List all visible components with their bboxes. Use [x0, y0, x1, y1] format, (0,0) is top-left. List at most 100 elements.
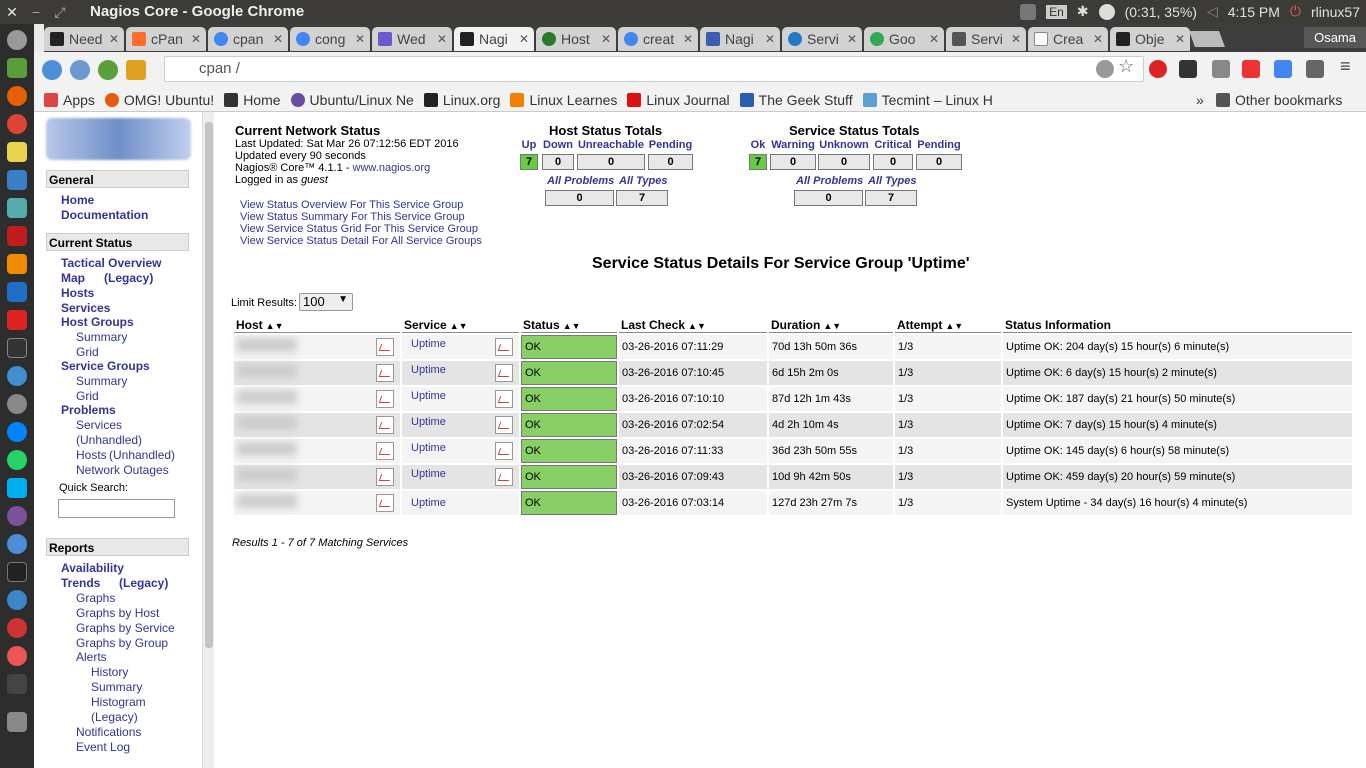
- svc-critical-count[interactable]: 0: [873, 154, 913, 170]
- tab-close-icon[interactable]: ✕: [519, 32, 529, 46]
- nav-problem-services[interactable]: Services: [76, 418, 122, 432]
- host-down-label[interactable]: Down: [542, 139, 574, 151]
- minimize-window-icon[interactable]: −: [24, 4, 48, 20]
- sort-arrows-icon[interactable]: ▲▼: [450, 321, 468, 331]
- nav-event-log[interactable]: Event Log: [76, 740, 130, 754]
- profile-button[interactable]: Osama: [1304, 27, 1366, 48]
- launcher-icon-files[interactable]: [7, 58, 27, 78]
- tab-5[interactable]: Nagi ✕: [454, 27, 534, 51]
- nav-sg-summary[interactable]: Summary: [76, 374, 127, 388]
- language-indicator[interactable]: En: [1046, 4, 1067, 19]
- tab-3[interactable]: cong ✕: [290, 27, 370, 51]
- nav-alerts-history[interactable]: History: [91, 665, 128, 679]
- launcher-icon-app9[interactable]: [7, 674, 27, 694]
- new-tab-button[interactable]: [1189, 31, 1225, 47]
- tab-2[interactable]: cpan ✕: [208, 27, 288, 51]
- launcher-icon-app4[interactable]: [7, 534, 27, 554]
- launcher-icon-app8[interactable]: [7, 646, 27, 666]
- home-icon[interactable]: [126, 60, 146, 80]
- tab-close-icon[interactable]: ✕: [847, 32, 857, 46]
- svc-ok-count[interactable]: 7: [749, 154, 767, 170]
- bookmark-linuxlearnes[interactable]: Linux Learnes: [510, 92, 617, 108]
- limit-results-select[interactable]: 100 ▼: [299, 293, 353, 311]
- tab-close-icon[interactable]: ✕: [765, 32, 775, 46]
- svc-all-types-count[interactable]: 7: [865, 190, 917, 206]
- service-graph-icon[interactable]: [495, 338, 513, 356]
- service-link[interactable]: Uptime: [411, 497, 446, 509]
- nav-alerts-summary[interactable]: Summary: [91, 680, 142, 694]
- sort-arrows-icon[interactable]: ▲▼: [266, 321, 284, 331]
- maximize-window-icon[interactable]: ⤢: [48, 4, 72, 21]
- bookmarks-more[interactable]: »: [1196, 92, 1204, 108]
- tab-1[interactable]: cPan ✕: [126, 27, 206, 51]
- host-cell[interactable]: [234, 361, 400, 385]
- service-graph-icon[interactable]: [495, 468, 513, 486]
- nav-tactical-overview[interactable]: Tactical Overview: [61, 256, 162, 270]
- service-link[interactable]: Uptime: [411, 338, 446, 350]
- launcher-icon-viber[interactable]: [7, 506, 27, 526]
- svc-pending-count[interactable]: 0: [916, 154, 962, 170]
- tab-close-icon[interactable]: ✕: [1175, 32, 1185, 46]
- nav-graphs-by-service[interactable]: Graphs by Service: [76, 621, 175, 635]
- nav-network-outages[interactable]: Network Outages: [76, 463, 169, 477]
- launcher-icon-network[interactable]: [7, 198, 27, 218]
- host-graph-icon[interactable]: [376, 468, 394, 486]
- link-status-summary[interactable]: View Status Summary For This Service Gro…: [240, 211, 465, 223]
- service-graph-icon[interactable]: [495, 442, 513, 460]
- tab-4[interactable]: Wed ✕: [372, 27, 452, 51]
- host-pending-label[interactable]: Pending: [648, 139, 693, 151]
- host-cell[interactable]: [234, 465, 400, 489]
- nav-hg-grid[interactable]: Grid: [76, 345, 99, 359]
- tab-close-icon[interactable]: ✕: [437, 32, 447, 46]
- nav-hosts[interactable]: Hosts: [61, 286, 94, 300]
- host-graph-icon[interactable]: [376, 390, 394, 408]
- other-bookmarks[interactable]: Other bookmarks: [1216, 92, 1342, 108]
- nav-problem-services-unhandled[interactable]: (Unhandled): [76, 433, 142, 447]
- menu-icon[interactable]: ≡: [1340, 56, 1358, 76]
- link-status-detail-all[interactable]: View Service Status Detail For All Servi…: [240, 235, 482, 247]
- launcher-icon-atom[interactable]: [7, 366, 27, 386]
- host-down-count[interactable]: 0: [542, 154, 574, 170]
- tab-close-icon[interactable]: ✕: [273, 32, 283, 46]
- svc-pending-label[interactable]: Pending: [916, 139, 962, 151]
- scrollbar-thumb[interactable]: [205, 122, 213, 648]
- nav-problem-hosts[interactable]: Hosts: [76, 448, 107, 462]
- bookmark-geekstuff[interactable]: The Geek Stuff: [739, 92, 853, 108]
- service-link[interactable]: Uptime: [411, 468, 446, 480]
- launcher-icon-firefox[interactable]: [7, 86, 27, 106]
- power-icon[interactable]: ⏻: [1290, 3, 1301, 20]
- bookmark-omg[interactable]: OMG! Ubuntu!: [104, 92, 214, 108]
- host-cell[interactable]: [234, 439, 400, 463]
- launcher-icon-terminal[interactable]: [7, 338, 27, 358]
- bookmark-apps[interactable]: Apps: [44, 92, 95, 108]
- nav-problems[interactable]: Problems: [61, 403, 116, 417]
- tab-close-icon[interactable]: ✕: [1093, 32, 1103, 46]
- svc-unknown-count[interactable]: 0: [818, 154, 870, 170]
- download-icon[interactable]: [1306, 60, 1324, 78]
- nav-alerts-histogram[interactable]: Histogram: [91, 695, 146, 709]
- service-graph-icon[interactable]: [495, 390, 513, 408]
- host-cell[interactable]: [234, 413, 400, 437]
- nav-service-groups[interactable]: Service Groups: [61, 359, 150, 373]
- nav-alerts-legacy[interactable]: (Legacy): [91, 710, 138, 724]
- link-status-grid[interactable]: View Service Status Grid For This Servic…: [240, 223, 478, 235]
- launcher-icon-app3[interactable]: [7, 394, 27, 414]
- launcher-icon-skype[interactable]: [7, 478, 27, 498]
- nav-graphs-by-group[interactable]: Graphs by Group: [76, 636, 168, 650]
- svc-unknown-label[interactable]: Unknown: [818, 139, 870, 151]
- svc-critical-label[interactable]: Critical: [873, 139, 913, 151]
- user-name[interactable]: rlinux57: [1311, 4, 1360, 20]
- svc-ok-label[interactable]: Ok: [749, 139, 767, 151]
- battery-indicator[interactable]: (0:31, 35%): [1125, 4, 1197, 20]
- bookmark-linuxjournal[interactable]: Linux Journal: [627, 92, 730, 108]
- tab-close-icon[interactable]: ✕: [683, 32, 693, 46]
- messaging-icon[interactable]: [1098, 3, 1115, 20]
- nav-host-groups[interactable]: Host Groups: [61, 315, 134, 329]
- lightbulb-icon[interactable]: [1096, 60, 1114, 78]
- launcher-icon-teamviewer[interactable]: [7, 282, 27, 302]
- tab-0[interactable]: Need ✕: [44, 27, 124, 51]
- launcher-icon-settings[interactable]: [7, 30, 27, 50]
- service-graph-icon[interactable]: [495, 416, 513, 434]
- nav-trends[interactable]: Trends: [61, 576, 100, 590]
- svc-all-types-link[interactable]: All Types: [868, 175, 917, 187]
